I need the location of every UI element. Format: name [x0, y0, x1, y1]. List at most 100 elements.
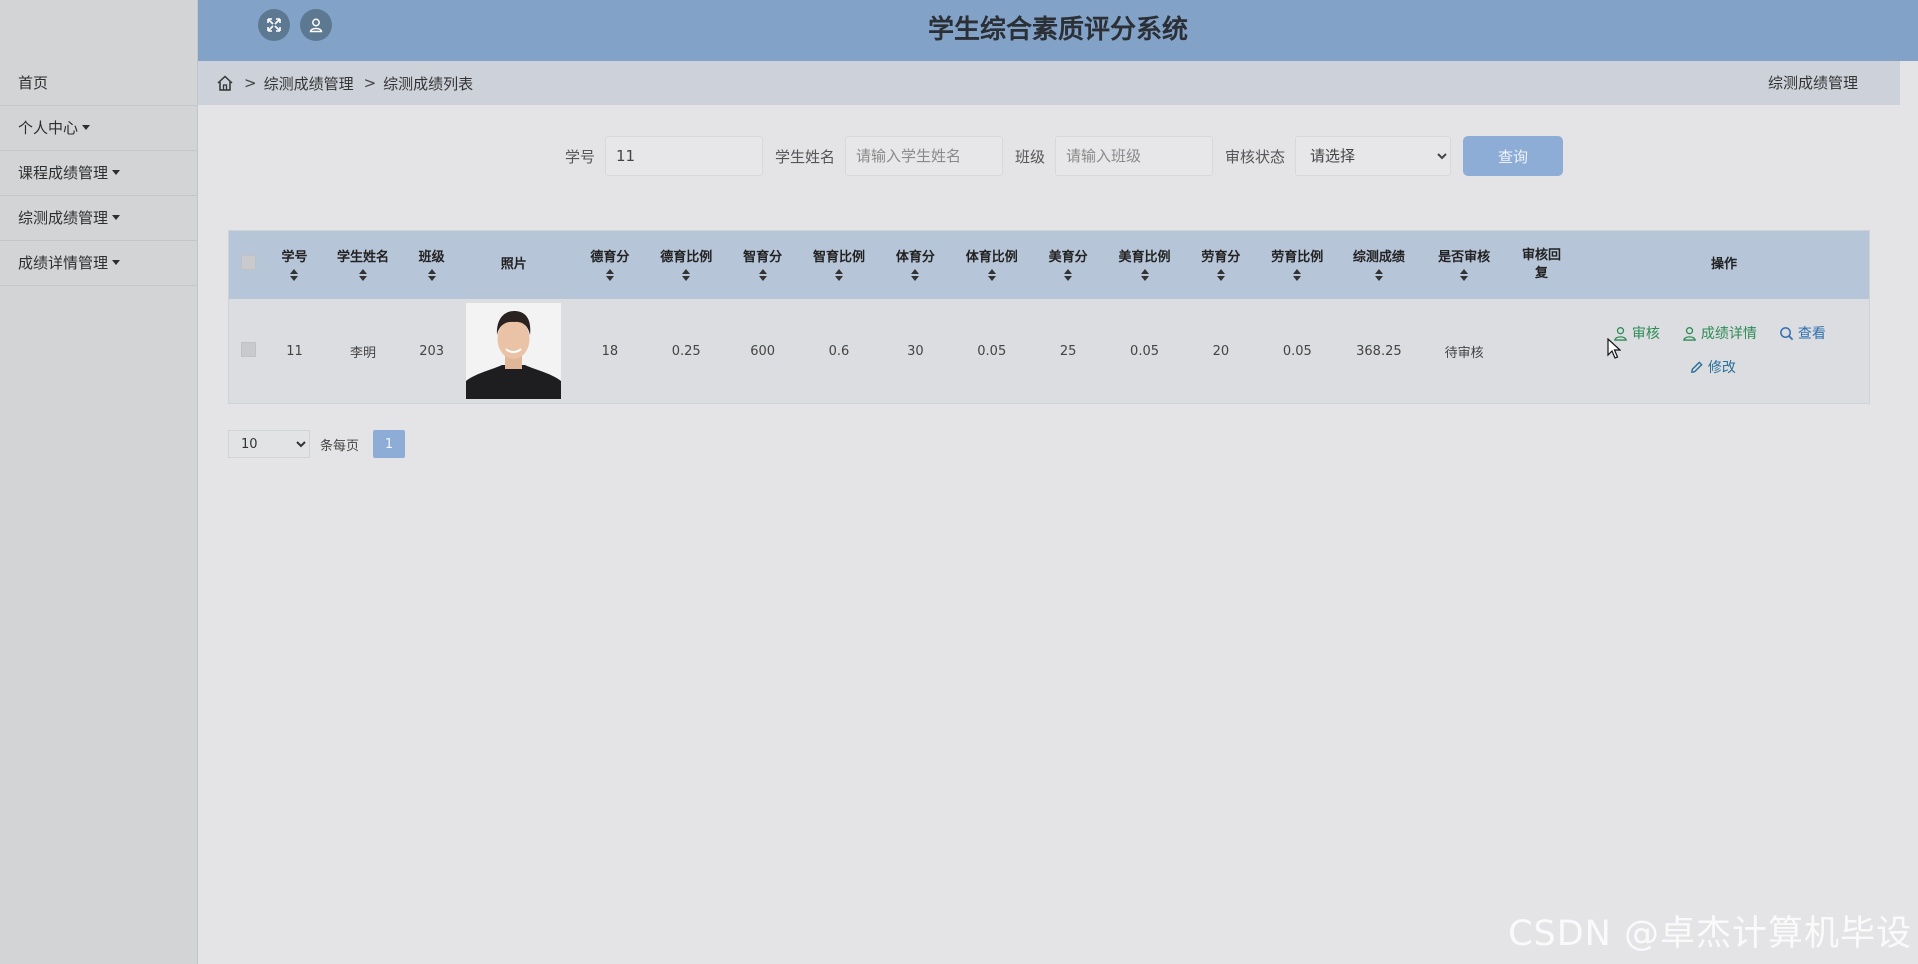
- pencil-icon: [1690, 361, 1703, 373]
- student-photo: [466, 303, 562, 399]
- cell-labor-ratio: 0.05: [1282, 343, 1312, 359]
- watermark: CSDN @卓杰计算机毕设: [1508, 914, 1912, 954]
- cell-review-status: 待审核: [1444, 345, 1484, 361]
- sort-icon[interactable]: [427, 269, 436, 281]
- caret-down-icon: [112, 170, 121, 175]
- column-header[interactable]: 智育比例: [803, 231, 876, 299]
- fullscreen-icon: [267, 18, 281, 32]
- column-header: 照片: [500, 257, 527, 272]
- column-header: 审核回复: [1522, 248, 1562, 281]
- cell-intellect-ratio: 0.6: [828, 343, 850, 359]
- student-id-input[interactable]: [604, 136, 763, 176]
- column-header[interactable]: 智育分: [723, 231, 803, 299]
- cell-student-id: 11: [286, 343, 303, 359]
- column-header[interactable]: 劳育比例: [1261, 231, 1334, 299]
- sort-icon[interactable]: [911, 269, 920, 281]
- column-header[interactable]: 是否审核: [1424, 231, 1504, 299]
- user-button[interactable]: [300, 9, 332, 41]
- sort-icon[interactable]: [1140, 269, 1149, 281]
- column-header: 操作: [1710, 257, 1737, 272]
- top-header: 学生综合素质评分系统: [198, 0, 1918, 61]
- column-header[interactable]: 综测成绩: [1334, 231, 1424, 299]
- cell-actions: 审核 成绩详情 查看 修改: [1579, 299, 1869, 403]
- caret-down-icon: [112, 260, 121, 265]
- breadcrumb-separator: >: [363, 74, 377, 92]
- column-header[interactable]: 美育分: [1028, 231, 1108, 299]
- cell-moral-ratio: 0.25: [671, 343, 701, 359]
- column-header[interactable]: 德育比例: [650, 231, 723, 299]
- user-icon: [309, 18, 323, 33]
- sort-icon[interactable]: [682, 269, 691, 281]
- review-status-select[interactable]: 请选择: [1295, 136, 1452, 176]
- cell-sport-score: 30: [907, 343, 924, 359]
- sidebar-item-grade-details[interactable]: 成绩详情管理: [0, 241, 198, 286]
- grades-table: 学号 学生姓名 班级 照片 德育分 德育比例 智育分 智育比例 体育分 体育比例…: [228, 230, 1870, 404]
- review-status-label: 审核状态: [1225, 147, 1286, 166]
- sort-icon[interactable]: [758, 269, 767, 281]
- sort-icon[interactable]: [1216, 269, 1225, 281]
- page-size-select[interactable]: 10: [228, 430, 310, 458]
- query-button[interactable]: 查询: [1463, 136, 1564, 176]
- row-select-cell: [229, 299, 268, 403]
- view-label: 查看: [1797, 326, 1826, 343]
- sort-icon[interactable]: [1460, 269, 1469, 281]
- cell-moral-score: 18: [601, 343, 619, 359]
- sidebar-item-label: 课程成绩管理: [18, 164, 109, 182]
- breadcrumb-item: 综测成绩列表: [383, 74, 474, 93]
- cell-sport-ratio: 0.05: [977, 343, 1007, 359]
- column-header[interactable]: 学生姓名: [320, 231, 405, 299]
- column-header[interactable]: 德育分: [570, 231, 650, 299]
- sidebar-item-label: 首页: [18, 74, 49, 92]
- pagination: 10 条每页 1: [228, 430, 406, 458]
- review-label: 审核: [1631, 326, 1660, 343]
- sort-icon[interactable]: [1293, 269, 1302, 281]
- column-header[interactable]: 美育比例: [1108, 231, 1181, 299]
- student-name-label: 学生姓名: [774, 147, 835, 166]
- student-name-input[interactable]: [845, 136, 1003, 176]
- breadcrumb: > 综测成绩管理 > 综测成绩列表 综测成绩管理: [198, 61, 1900, 105]
- sidebar-item-label: 成绩详情管理: [18, 254, 109, 272]
- class-input[interactable]: [1055, 136, 1214, 176]
- student-id-label: 学号: [564, 147, 595, 166]
- sort-icon[interactable]: [605, 269, 614, 281]
- column-header[interactable]: 班级: [406, 231, 458, 299]
- grade-detail-button[interactable]: 成绩详情: [1682, 323, 1757, 343]
- sidebar-item-personal-center[interactable]: 个人中心: [0, 106, 198, 151]
- select-all-checkbox[interactable]: [241, 254, 257, 270]
- mouse-cursor-icon: [1607, 338, 1621, 359]
- search-icon: [1780, 326, 1794, 340]
- cell-art-score: 25: [1059, 343, 1077, 359]
- class-label: 班级: [1015, 147, 1046, 166]
- table-header-row: 学号 学生姓名 班级 照片 德育分 德育比例 智育分 智育比例 体育分 体育比例…: [229, 231, 1869, 299]
- sort-icon[interactable]: [1064, 269, 1073, 281]
- cell-class: 203: [419, 343, 445, 359]
- sidebar-item-label: 综测成绩管理: [18, 209, 109, 227]
- cell-name: 李明: [350, 345, 377, 361]
- sidebar: 首页 个人中心 课程成绩管理 综测成绩管理 成绩详情管理: [0, 0, 198, 964]
- column-header[interactable]: 体育比例: [955, 231, 1028, 299]
- sidebar-item-course-grades[interactable]: 课程成绩管理: [0, 151, 198, 196]
- caret-down-icon: [112, 215, 121, 220]
- home-icon[interactable]: [216, 74, 234, 92]
- sort-icon[interactable]: [1374, 269, 1383, 281]
- edit-button[interactable]: 修改: [1689, 357, 1736, 377]
- cell-art-ratio: 0.05: [1130, 343, 1159, 359]
- column-header[interactable]: 学号: [268, 231, 320, 299]
- sidebar-item-comprehensive-grades[interactable]: 综测成绩管理: [0, 196, 198, 241]
- sort-icon[interactable]: [359, 269, 368, 281]
- view-button[interactable]: 查看: [1779, 323, 1826, 343]
- user-icon: [1683, 326, 1696, 341]
- caret-down-icon: [82, 125, 91, 130]
- column-header[interactable]: 体育分: [875, 231, 955, 299]
- sidebar-item-home[interactable]: 首页: [0, 61, 198, 106]
- sort-icon[interactable]: [835, 269, 843, 281]
- row-checkbox[interactable]: [241, 341, 257, 357]
- breadcrumb-section-title: 综测成绩管理: [1767, 74, 1858, 92]
- fullscreen-button[interactable]: [258, 9, 290, 41]
- breadcrumb-item[interactable]: 综测成绩管理: [264, 73, 354, 94]
- sort-icon[interactable]: [290, 269, 299, 281]
- sort-icon[interactable]: [987, 269, 996, 281]
- column-header[interactable]: 劳育分: [1181, 231, 1261, 299]
- per-page-label: 条每页: [320, 438, 360, 454]
- page-button[interactable]: 1: [373, 430, 406, 458]
